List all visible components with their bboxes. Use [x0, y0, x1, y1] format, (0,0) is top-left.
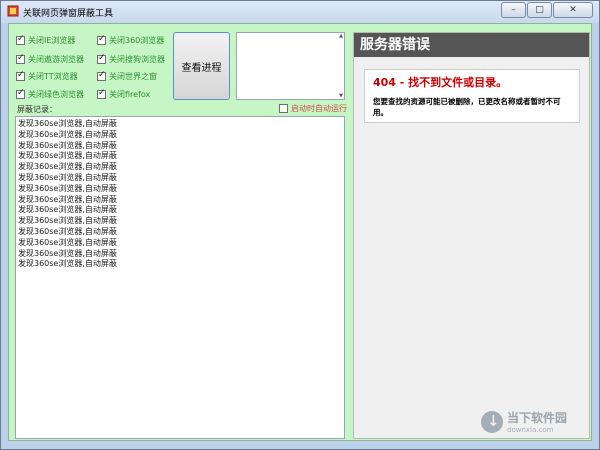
- checkbox-box[interactable]: [97, 53, 106, 64]
- window-title: 关联网页弹窗屏蔽工具: [23, 9, 114, 19]
- checkbox-box[interactable]: [16, 88, 25, 99]
- list-item: 发现360se浏览器,自动屏蔽: [18, 183, 117, 193]
- main-panel: 关闭IE浏览器 关闭遨游浏览器 关闭TT浏览器 关闭绿色浏览器 关闭360浏览器…: [8, 23, 592, 441]
- download-logo-icon: [481, 410, 503, 433]
- checkbox-label: 关闭遨游浏览器: [28, 55, 84, 64]
- list-item: 发现360se浏览器,自动屏蔽: [18, 140, 117, 150]
- error-title: 404 - 找不到文件或目录。: [373, 76, 508, 89]
- error-card: 404 - 找不到文件或目录。 您要查找的资源可能已被删除，已更改名称或者暂时不…: [364, 69, 580, 123]
- list-item: 发现360se浏览器,自动屏蔽: [18, 216, 117, 226]
- list-item: 发现360se浏览器,自动屏蔽: [18, 119, 117, 128]
- checkbox-box[interactable]: [16, 70, 25, 81]
- log-label: 屏蔽记录：: [17, 105, 57, 114]
- checkbox-close-greenbrowser[interactable]: 关闭绿色浏览器: [16, 88, 84, 100]
- checkbox-label: 关闭搜狗浏览器: [109, 55, 165, 64]
- minimize-button[interactable]: –: [501, 2, 526, 18]
- checkbox-box[interactable]: [16, 53, 25, 64]
- checkbox-box[interactable]: [97, 70, 106, 81]
- watermark-en: downxia.com: [507, 426, 554, 434]
- checkbox-close-ie[interactable]: 关闭IE浏览器: [16, 34, 76, 46]
- checkbox-box[interactable]: [97, 88, 106, 99]
- checkbox-label: 关闭360浏览器: [109, 36, 165, 45]
- checkbox-label: 关闭绿色浏览器: [28, 90, 84, 99]
- checkbox-close-sogou[interactable]: 关闭搜狗浏览器: [97, 53, 165, 65]
- checkbox-close-firefox[interactable]: 关闭firefox: [97, 88, 151, 100]
- list-item: 发现360se浏览器,自动屏蔽: [18, 248, 117, 258]
- list-item: 发现360se浏览器,自动屏蔽: [18, 194, 117, 204]
- error-header: 服务器错误: [354, 33, 589, 57]
- error-message: 您要查找的资源可能已被删除，已更改名称或者暂时不可用。: [373, 97, 561, 117]
- checkbox-box[interactable]: [97, 34, 106, 45]
- list-item: 发现360se浏览器,自动屏蔽: [18, 237, 117, 247]
- app-icon: [7, 5, 19, 17]
- checkbox-label: 启动时自动运行: [291, 104, 347, 113]
- close-button[interactable]: ✕: [553, 2, 593, 18]
- log-list[interactable]: 发现360se浏览器,自动屏蔽 发现360se浏览器,自动屏蔽 发现360se浏…: [15, 116, 345, 439]
- list-item: 发现360se浏览器,自动屏蔽: [18, 259, 117, 269]
- checkbox-close-maxthon[interactable]: 关闭遨游浏览器: [16, 53, 84, 65]
- scrollbar[interactable]: ▲ ▼: [338, 33, 344, 99]
- scroll-up-icon[interactable]: ▲: [338, 33, 344, 39]
- maximize-button[interactable]: □: [527, 2, 552, 18]
- scroll-down-icon[interactable]: ▼: [338, 93, 344, 99]
- process-list[interactable]: ▲ ▼: [236, 32, 345, 100]
- checkbox-auto-run[interactable]: 启动时自动运行: [279, 103, 347, 114]
- list-item: 发现360se浏览器,自动屏蔽: [18, 172, 117, 182]
- watermark: 当下软件园 downxia.com: [481, 409, 567, 434]
- list-item: 发现360se浏览器,自动屏蔽: [18, 226, 117, 236]
- window-controls: – □ ✕: [500, 2, 593, 18]
- list-item: 发现360se浏览器,自动屏蔽: [18, 151, 117, 161]
- checkbox-box[interactable]: [279, 104, 288, 113]
- checkbox-label: 关闭firefox: [109, 90, 151, 99]
- checkbox-close-tt[interactable]: 关闭TT浏览器: [16, 70, 78, 82]
- browser-panel: 服务器错误 404 - 找不到文件或目录。 您要查找的资源可能已被删除，已更改名…: [353, 32, 590, 439]
- checkbox-box[interactable]: [16, 34, 25, 45]
- list-item: 发现360se浏览器,自动屏蔽: [18, 129, 117, 139]
- list-item: 发现360se浏览器,自动屏蔽: [18, 205, 117, 215]
- checkbox-close-360[interactable]: 关闭360浏览器: [97, 34, 165, 46]
- list-item: 发现360se浏览器,自动屏蔽: [18, 162, 117, 172]
- view-process-button[interactable]: 查看进程: [173, 32, 230, 100]
- checkbox-label: 关闭世界之窗: [109, 72, 157, 81]
- app-window: 关联网页弹窗屏蔽工具 – □ ✕ 关闭IE浏览器 关闭遨游浏览器 关闭TT浏览器…: [0, 0, 600, 450]
- checkbox-label: 关闭IE浏览器: [28, 36, 76, 45]
- title-bar: 关联网页弹窗屏蔽工具 – □ ✕: [1, 1, 599, 23]
- checkbox-close-theworld[interactable]: 关闭世界之窗: [97, 70, 157, 82]
- checkbox-label: 关闭TT浏览器: [28, 72, 78, 81]
- watermark-cn: 当下软件园: [507, 411, 568, 425]
